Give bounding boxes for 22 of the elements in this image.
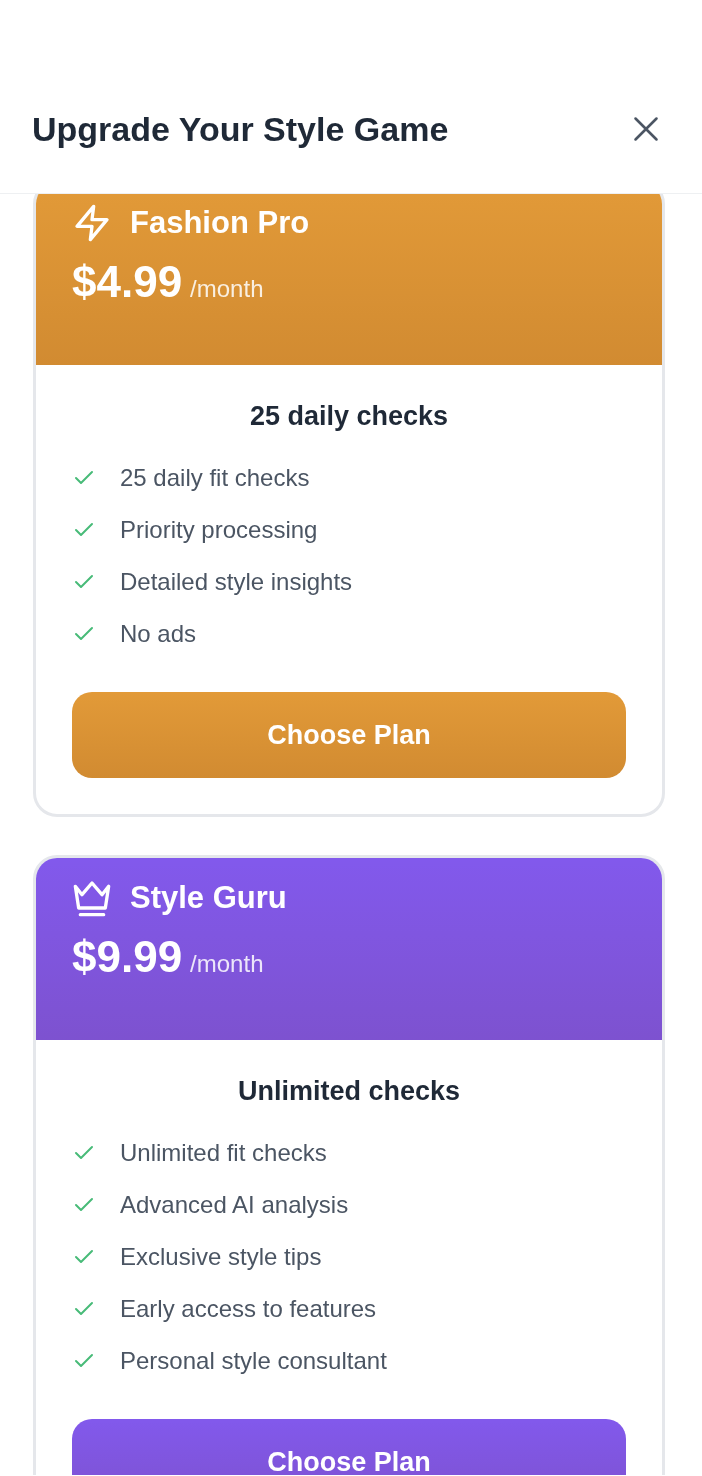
price-period: /month xyxy=(190,950,264,978)
price-period: /month xyxy=(190,275,264,303)
feature-text: Unlimited fit checks xyxy=(120,1139,327,1167)
choose-plan-button[interactable]: Choose Plan xyxy=(72,692,626,778)
plan-price: $9.99 xyxy=(72,932,183,982)
feature-text: Detailed style insights xyxy=(120,568,353,596)
crown-icon xyxy=(72,878,112,918)
feature-text: Advanced AI analysis xyxy=(120,1191,349,1219)
feature-text: Exclusive style tips xyxy=(120,1243,322,1271)
feature-text: 25 daily fit checks xyxy=(120,464,310,492)
feature-text: No ads xyxy=(120,620,197,648)
plan-subtitle: 25 daily checks xyxy=(248,401,450,432)
choose-plan-button[interactable]: Choose Plan xyxy=(72,1419,626,1475)
lightning-icon xyxy=(72,203,112,243)
plan-name: Fashion Pro xyxy=(130,205,310,241)
plan-price: $4.99 xyxy=(72,257,183,307)
feature-text: Priority processing xyxy=(120,516,318,544)
plan-name: Style Guru xyxy=(130,880,287,916)
feature-text: Early access to features xyxy=(120,1295,377,1323)
feature-text: Personal style consultant xyxy=(120,1347,387,1375)
plan-subtitle: Unlimited checks xyxy=(236,1076,462,1107)
dialog-title: Upgrade Your Style Game xyxy=(32,110,449,149)
